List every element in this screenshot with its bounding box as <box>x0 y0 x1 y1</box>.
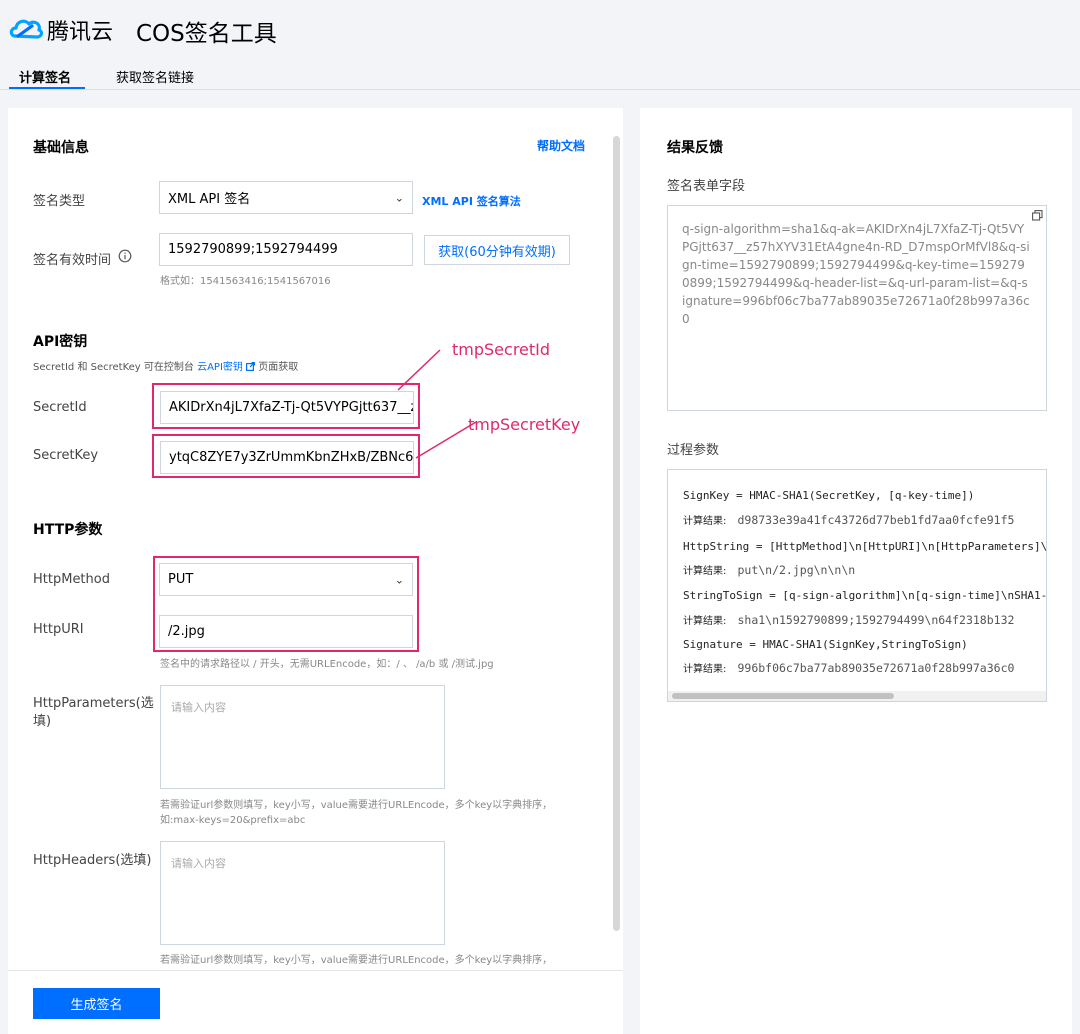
step-stringtosign-result: 计算结果: sha1\n1592790899;1592794499\n64f23… <box>683 609 1014 628</box>
http-parameters-hint-line1: 若需验证url参数则填写，key小写，value需要进行URLEncode，多个… <box>160 800 553 811</box>
http-headers-hint: 若需验证url参数则填写，key小写，value需要进行URLEncode，多个… <box>160 955 553 966</box>
calc-result-label: 计算结果: <box>683 516 727 527</box>
sign-field-text: q-sign-algorithm=sha1&q-ak=AKIDrXn4jL7Xf… <box>682 222 1030 326</box>
sign-type-select[interactable]: XML API 签名 ⌄ <box>159 181 413 214</box>
http-headers-placeholder: 请输入内容 <box>171 857 226 870</box>
sign-type-value: XML API 签名 <box>168 192 251 207</box>
step-httpstring-formula: HttpString = [HttpMethod]\n[HttpURI]\n[H… <box>683 540 1047 553</box>
secret-key-label: SecretKey <box>33 448 99 463</box>
form-footer: 生成签名 <box>8 970 623 1034</box>
http-uri-label: HttpURI <box>33 622 84 637</box>
chevron-down-icon: ⌄ <box>394 191 404 204</box>
sign-algorithm-link[interactable]: XML API 签名算法 <box>422 193 521 209</box>
valid-time-value: 1592790899;1592794499 <box>168 242 338 257</box>
brand-name: 腾讯云 <box>47 20 114 45</box>
http-headers-label: HttpHeaders(选填) <box>33 853 152 868</box>
result-panel: 结果反馈 签名表单字段 q-sign-algorithm=sha1&q-ak=A… <box>640 108 1072 1034</box>
tab-compute-signature[interactable]: 计算签名 <box>19 67 71 86</box>
valid-time-format-hint: 格式如：1541563416;1541567016 <box>160 276 331 287</box>
process-params-label: 过程参数 <box>667 443 720 458</box>
signature-value: 996bf06c7ba77ab89035e72671a0f28b997a36c0 <box>737 661 1015 675</box>
step-signkey-formula: SignKey = HMAC-SHA1(SecretKey, [q-key-ti… <box>683 489 975 502</box>
api-key-title: API密钥 <box>33 334 88 350</box>
signkey-value: d98733e39a41fc43726d77beb1fd7aa0fcfe91f5 <box>737 513 1015 527</box>
process-params-output[interactable]: SignKey = HMAC-SHA1(SecretKey, [q-key-ti… <box>667 469 1047 702</box>
secret-id-label: SecretId <box>33 400 87 415</box>
help-doc-link[interactable]: 帮助文档 <box>537 137 585 154</box>
http-params-highlight-box <box>153 556 419 652</box>
http-headers-textarea[interactable]: 请输入内容 <box>160 841 445 945</box>
signature-form-panel: 基础信息 帮助文档 签名类型 XML API 签名 ⌄ XML API 签名算法… <box>8 108 623 1034</box>
api-key-desc-prefix: SecretId 和 SecretKey 可在控制台 <box>33 362 194 373</box>
httpstring-value: put\n/2.jpg\n\n\n <box>737 563 856 577</box>
sign-field-label: 签名表单字段 <box>667 179 746 194</box>
valid-time-label: 签名有效时间 <box>33 253 112 268</box>
http-parameters-placeholder: 请输入内容 <box>171 701 226 714</box>
http-parameters-label-line1: HttpParameters(选 <box>33 696 154 711</box>
step-stringtosign-formula: StringToSign = [q-sign-algorithm]\n[q-si… <box>683 589 1047 602</box>
calc-result-label: 计算结果: <box>683 616 727 627</box>
horizontal-scrollbar-thumb[interactable] <box>672 693 894 699</box>
app-header: 腾讯云 COS签名工具 <box>0 0 1080 56</box>
tencent-cloud-logo-icon <box>9 19 44 39</box>
tab-get-signed-link[interactable]: 获取签名链接 <box>116 67 194 86</box>
step-httpstring-result: 计算结果: put\n/2.jpg\n\n\n <box>683 559 855 578</box>
step-signkey-result: 计算结果: d98733e39a41fc43726d77beb1fd7aa0fc… <box>683 509 1014 528</box>
tmp-secret-key-annotation: tmpSecretKey <box>468 415 581 434</box>
generate-signature-button[interactable]: 生成签名 <box>33 988 160 1019</box>
http-params-title: HTTP参数 <box>33 522 103 538</box>
info-circle-icon <box>118 249 132 263</box>
api-key-desc-suffix: 页面获取 <box>258 362 299 373</box>
secret-key-highlight-box <box>152 434 420 478</box>
api-key-description: SecretId 和 SecretKey 可在控制台 云API密钥 页面获取 <box>33 358 298 373</box>
external-link-icon <box>246 362 256 372</box>
form-scrollbar[interactable] <box>613 136 620 931</box>
step-signature-result: 计算结果: 996bf06c7ba77ab89035e72671a0f28b99… <box>683 657 1014 676</box>
http-method-label: HttpMethod <box>33 572 110 587</box>
http-parameters-hint-line2: 如:max-keys=20&prefix=abc <box>160 815 306 826</box>
sign-type-label: 签名类型 <box>33 194 86 209</box>
valid-time-input[interactable]: 1592790899;1592794499 <box>159 233 413 266</box>
http-parameters-label-line2: 填) <box>33 714 52 729</box>
http-uri-hint: 签名中的请求路径以 / 开头，无需URLEncode，如：/ 、 /a/b 或 … <box>160 659 494 670</box>
copy-icon[interactable] <box>1032 210 1043 221</box>
secret-id-highlight-box <box>152 383 420 429</box>
sign-field-output[interactable]: q-sign-algorithm=sha1&q-ak=AKIDrXn4jL7Xf… <box>667 205 1047 411</box>
calc-result-label: 计算结果: <box>683 566 727 577</box>
tool-title: COS签名工具 <box>136 21 277 47</box>
active-tab-indicator <box>9 87 85 89</box>
stringtosign-value: sha1\n1592790899;1592794499\n64f2318b132 <box>737 613 1015 627</box>
basic-info-title: 基础信息 <box>33 140 89 156</box>
calc-result-label: 计算结果: <box>683 664 727 675</box>
step-signature-formula: Signature = HMAC-SHA1(SignKey,StringToSi… <box>683 638 968 651</box>
tmp-secret-id-annotation: tmpSecretId <box>452 340 551 359</box>
result-title: 结果反馈 <box>667 140 723 156</box>
tab-bar: 计算签名 获取签名链接 <box>0 60 1080 90</box>
get-time-button[interactable]: 获取(60分钟有效期) <box>424 235 570 265</box>
console-api-key-link[interactable]: 云API密钥 <box>197 362 243 373</box>
horizontal-scrollbar-track <box>668 691 1046 701</box>
http-parameters-textarea[interactable]: 请输入内容 <box>160 685 445 789</box>
